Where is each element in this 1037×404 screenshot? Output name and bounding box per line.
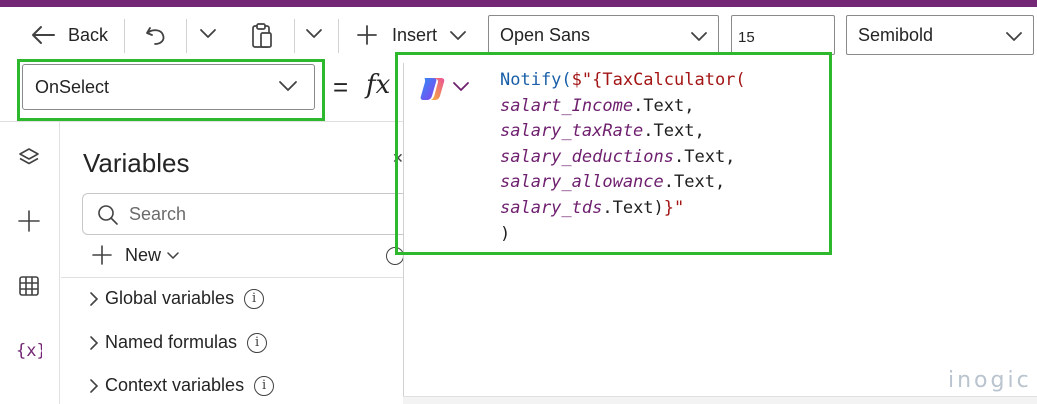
table-icon: [19, 276, 39, 296]
tree-item-context-variables[interactable]: Context variables i: [83, 375, 275, 396]
tree-item-label: Context variables: [105, 375, 245, 395]
clipboard-icon: [252, 23, 272, 48]
code-property: .Text): [602, 197, 664, 218]
undo-icon: [146, 27, 165, 45]
fx-icon: fx: [366, 70, 391, 100]
code-variable: salary_allowance: [500, 172, 664, 193]
search-placeholder: Search: [129, 203, 187, 224]
tree-item-named-formulas[interactable]: Named formulas i: [83, 332, 268, 353]
property-value: OnSelect: [35, 76, 110, 97]
chevron-down-icon: [450, 31, 466, 40]
code-property: .Text,: [663, 172, 726, 193]
back-button[interactable]: Back: [30, 24, 108, 46]
chevron-down-icon[interactable]: [452, 80, 470, 92]
equals-sign: =: [333, 72, 349, 102]
toolbar-separator: [186, 19, 187, 53]
code-variable: salart_Income: [500, 95, 634, 116]
plus-icon: [92, 245, 112, 265]
code-string: }": [663, 197, 685, 218]
toolbar-separator: [338, 19, 339, 53]
font-family-dropdown[interactable]: Open Sans: [488, 15, 719, 55]
code-variable: salary_deductions: [500, 146, 674, 167]
copilot-icon[interactable]: [419, 76, 447, 102]
new-variable-button[interactable]: New: [91, 244, 179, 266]
font-family-value: Open Sans: [500, 24, 591, 45]
undo-button[interactable]: [144, 24, 168, 48]
code-variable: salary_taxRate: [500, 121, 644, 142]
code-closing-paren: ): [500, 223, 511, 244]
panel-divider: [61, 277, 403, 278]
search-input[interactable]: Search: [82, 193, 412, 235]
variables-icon: {x}: [16, 341, 42, 361]
svg-text:{x}: {x}: [16, 341, 42, 361]
insert-rail-button[interactable]: [15, 207, 43, 235]
code-string: $"{TaxCalculator(: [571, 70, 746, 90]
undo-dropdown-button[interactable]: [199, 27, 217, 39]
chevron-right-icon: [90, 335, 99, 350]
chevron-right-icon: [90, 378, 99, 393]
search-icon: [98, 205, 118, 225]
plus-icon: [357, 25, 377, 45]
app-brand-bar: [0, 0, 1037, 7]
code-property: .Text,: [674, 146, 736, 167]
code-property: .Text,: [633, 95, 695, 116]
insert-button[interactable]: Insert: [356, 24, 467, 46]
tree-item-label: Named formulas: [105, 332, 238, 352]
plus-icon: [18, 210, 40, 232]
new-label: New: [125, 244, 162, 265]
tree-item-label: Global variables: [105, 288, 235, 308]
font-weight-dropdown[interactable]: Semibold: [846, 15, 1034, 55]
refresh-icon[interactable]: [386, 247, 404, 265]
property-dropdown[interactable]: OnSelect: [22, 64, 315, 110]
watermark-logo: inogic: [948, 368, 1032, 393]
font-weight-value: Semibold: [858, 24, 934, 45]
info-icon[interactable]: i: [247, 332, 268, 353]
chevron-down-icon: [306, 29, 322, 38]
toolbar-separator: [124, 19, 125, 53]
chevron-down-icon: [691, 32, 707, 41]
panel-title: Variables: [83, 148, 190, 178]
formula-code[interactable]: Notify($"{TaxCalculator( salart_Income.T…: [500, 68, 746, 247]
tree-view-button[interactable]: [15, 144, 43, 172]
paste-button[interactable]: [250, 22, 274, 50]
code-function: Notify(: [500, 70, 572, 90]
close-icon[interactable]: ✕: [392, 150, 404, 167]
tree-item-global-variables[interactable]: Global variables i: [83, 288, 265, 309]
toolbar-separator: [294, 19, 295, 53]
variables-rail-button[interactable]: {x}: [15, 336, 43, 364]
chevron-down-icon: [167, 252, 179, 259]
font-size-input[interactable]: 15: [731, 15, 835, 55]
editor-scrollbar[interactable]: [403, 396, 1037, 404]
command-toolbar: Back Insert Open Sans 15 Semibold: [0, 7, 1037, 63]
layers-icon: [19, 148, 39, 165]
code-variable: salary_tds: [500, 197, 603, 218]
variables-panel: Variables Search New Global variables i …: [61, 122, 412, 404]
arrow-left-icon: [32, 26, 55, 44]
font-size-value: 15: [738, 28, 755, 46]
back-label: Back: [68, 24, 109, 45]
left-rail: {x}: [0, 122, 60, 404]
paste-dropdown-button[interactable]: [305, 27, 323, 39]
chevron-down-icon: [1006, 32, 1022, 41]
chevron-down-icon: [279, 81, 297, 91]
info-icon[interactable]: i: [244, 288, 265, 309]
data-rail-button[interactable]: [15, 272, 43, 300]
insert-label: Insert: [392, 24, 438, 45]
info-icon[interactable]: i: [254, 375, 275, 396]
chevron-down-icon: [200, 29, 216, 38]
chevron-right-icon: [90, 291, 99, 306]
code-property: .Text,: [643, 121, 705, 142]
